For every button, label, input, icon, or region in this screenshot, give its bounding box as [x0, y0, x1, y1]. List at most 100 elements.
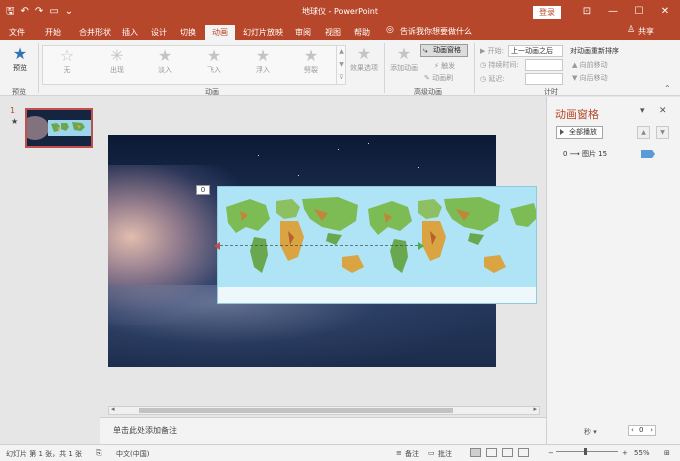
effect-appear[interactable]: ✳ 出现 — [104, 47, 130, 75]
ribbon-display-icon[interactable]: ⊡ — [574, 3, 600, 21]
animation-list-item[interactable]: 0 ⟶ 图片 15 — [563, 149, 607, 159]
tab-insert[interactable]: 插入 — [119, 25, 141, 40]
animation-pane-label: 动画窗格 — [433, 46, 461, 54]
effect-fly-in[interactable]: ★ 飞入 — [201, 47, 227, 75]
pane-options-icon[interactable]: ▾ — [640, 106, 645, 116]
star-dot — [338, 149, 339, 150]
lightbulb-icon: ◎ — [386, 25, 394, 35]
save-icon[interactable]: 🖫 — [6, 5, 15, 19]
tab-home[interactable]: 开始 — [42, 25, 64, 40]
tab-file[interactable]: 文件 — [6, 25, 28, 40]
effect-options-button[interactable]: ★ 效果选项 — [348, 45, 380, 73]
slideshow-view-icon[interactable] — [518, 448, 529, 457]
trigger-button[interactable]: ⚡ 触发 — [434, 61, 455, 71]
gallery-up-icon[interactable]: ▲ — [337, 45, 346, 58]
effect-none[interactable]: ☆ 无 — [54, 47, 80, 75]
tab-help[interactable]: 帮助 — [351, 25, 373, 40]
duration-label: ◷ 持续时间: — [480, 61, 519, 69]
animation-pane-button[interactable]: ⤷ 动画窗格 — [420, 44, 468, 57]
redo-icon[interactable]: ↷ — [35, 5, 43, 19]
zoom-in-icon[interactable]: + — [622, 449, 628, 457]
scrollbar-thumb[interactable] — [139, 408, 453, 413]
maximize-icon[interactable]: ☐ — [626, 3, 652, 21]
preview-button[interactable]: ★ 预览 — [8, 45, 32, 73]
collapse-ribbon-icon[interactable]: ⌃ — [664, 84, 671, 93]
start-select[interactable]: 上一动画之后 — [508, 45, 563, 57]
quick-access-toolbar: 🖫 ↶ ↷ ▭ ⌄ — [6, 4, 73, 20]
tab-slideshow[interactable]: 幻灯片放映 — [241, 25, 285, 40]
add-animation-button[interactable]: ★ 添加动画 — [388, 45, 420, 73]
move-earlier-button[interactable]: ▲ 向前移动 — [572, 60, 608, 70]
sparkle-star-icon: ✳ — [110, 46, 124, 65]
tab-design[interactable]: 设计 — [148, 25, 170, 40]
tab-animations[interactable]: 动画 — [205, 25, 235, 40]
seconds-dropdown[interactable]: 秒 ▾ — [584, 427, 597, 437]
duration-input[interactable] — [525, 59, 563, 71]
play-all-label: 全部播放 — [569, 128, 597, 136]
share-button[interactable]: 共享 — [638, 26, 654, 37]
normal-view-icon[interactable] — [470, 448, 481, 457]
present-icon[interactable]: ▭ — [49, 5, 58, 19]
seconds-stepper[interactable]: ‹ 0 › — [628, 425, 656, 436]
move-later-button[interactable]: ▼ 向后移动 — [572, 73, 608, 83]
group-divider — [474, 43, 475, 93]
move-down-button[interactable]: ▼ — [656, 126, 669, 139]
zoom-level[interactable]: 55% — [634, 449, 650, 457]
motion-path-line[interactable] — [220, 245, 418, 246]
gallery-scroll[interactable]: ▲ ▼ ⊽ — [336, 45, 346, 85]
tab-merge-shapes[interactable]: 合并形状 — [76, 25, 114, 40]
stepper-right-icon[interactable]: › — [650, 426, 653, 435]
zoom-slider-track[interactable] — [556, 451, 618, 452]
horizontal-scrollbar[interactable]: ◂ ▸ — [108, 405, 540, 415]
animation-painter-button[interactable]: ✎ 动画刷 — [424, 73, 453, 83]
scroll-right-icon[interactable]: ▸ — [533, 405, 537, 413]
zoom-slider-knob[interactable] — [584, 448, 587, 455]
stepper-left-icon[interactable]: ‹ — [631, 426, 634, 435]
minimize-icon[interactable]: — — [600, 3, 626, 21]
effect-float-in[interactable]: ★ 浮入 — [250, 47, 276, 75]
star-arrow-icon: ★ — [206, 46, 222, 65]
animation-order-tag[interactable]: 0 — [196, 185, 210, 195]
notes-icon: ≡ — [396, 449, 402, 457]
language-indicator[interactable]: 中文(中国) — [116, 449, 149, 459]
scroll-left-icon[interactable]: ◂ — [111, 405, 115, 413]
painter-icon: ✎ — [424, 74, 433, 82]
login-button[interactable]: 登录 — [533, 6, 561, 19]
motion-path-end-marker[interactable] — [418, 242, 424, 250]
tab-review[interactable]: 审阅 — [292, 25, 314, 40]
zoom-out-icon[interactable]: − — [548, 449, 554, 457]
pane-close-icon[interactable]: ✕ — [659, 106, 667, 116]
status-bar: 幻灯片 第 1 张，共 1 张 ⎘ 中文(中国) ≡ 备注 ▭ 批注 − + 5… — [0, 444, 680, 461]
undo-icon[interactable]: ↶ — [21, 5, 29, 19]
motion-path-start-marker[interactable] — [214, 242, 220, 250]
animation-timing-bar[interactable] — [641, 150, 655, 158]
play-all-button[interactable]: 全部播放 — [556, 126, 603, 139]
spellcheck-icon[interactable]: ⎘ — [96, 449, 102, 458]
effect-label: 飞入 — [207, 66, 221, 74]
slide-thumbnail[interactable] — [25, 108, 93, 148]
start-icon: ▶ — [480, 47, 488, 55]
reading-view-icon[interactable] — [502, 448, 513, 457]
effect-fade[interactable]: ★ 淡入 — [152, 47, 178, 75]
gallery-down-icon[interactable]: ▼ — [337, 58, 346, 71]
comments-toggle[interactable]: 批注 — [438, 449, 452, 459]
delay-input[interactable] — [525, 73, 563, 85]
effect-split[interactable]: ★ 劈裂 — [298, 47, 324, 75]
tab-view[interactable]: 视图 — [322, 25, 344, 40]
effect-label: 劈裂 — [304, 66, 318, 74]
fit-to-window-icon[interactable]: ⊞ — [664, 449, 670, 457]
gallery-more-icon[interactable]: ⊽ — [337, 71, 346, 84]
customize-qat-icon[interactable]: ⌄ — [65, 5, 73, 19]
notes-pane[interactable]: 单击此处添加备注 — [100, 417, 546, 444]
tell-me-search[interactable]: 告诉我你想要做什么 — [400, 26, 472, 37]
share-icon: ♙ — [627, 25, 636, 35]
notes-toggle[interactable]: 备注 — [405, 449, 419, 459]
thumbnail-number: 1 — [10, 106, 16, 115]
move-up-button[interactable]: ▲ — [637, 126, 650, 139]
arrow-down-icon: ▼ — [572, 74, 580, 82]
animation-pane-title: 动画窗格 — [555, 108, 599, 121]
tab-transitions[interactable]: 切换 — [177, 25, 199, 40]
slide-sorter-icon[interactable] — [486, 448, 497, 457]
close-icon[interactable]: ✕ — [652, 3, 678, 21]
group-label-animation: 动画 — [205, 88, 219, 96]
